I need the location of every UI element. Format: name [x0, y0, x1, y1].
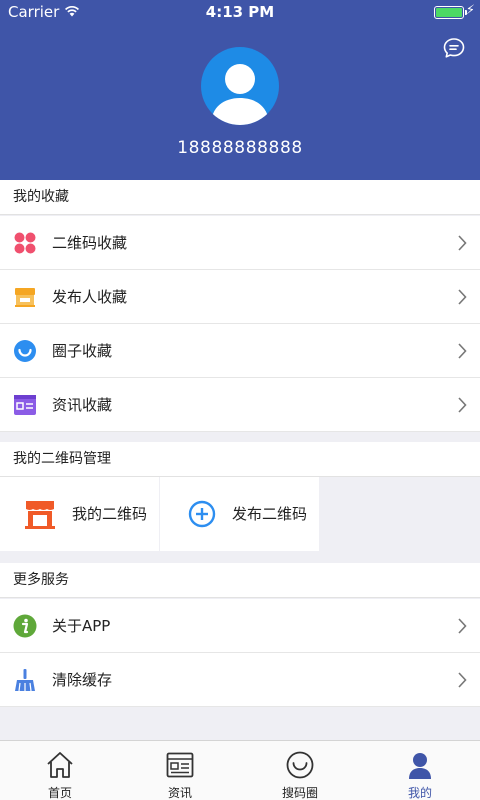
person-icon [409, 753, 431, 779]
list-item-about-app[interactable]: 关于APP [0, 599, 480, 653]
section-title-favorites: 我的收藏 [0, 180, 480, 215]
plus-circle-icon [188, 500, 216, 528]
tab-home[interactable]: 首页 [0, 741, 120, 800]
store-icon [15, 288, 35, 307]
tab-label: 首页 [47, 786, 72, 800]
username: 18888888888 [177, 138, 303, 158]
list-item-circle-favorites[interactable]: 圈子收藏 [0, 324, 480, 378]
news-icon [166, 752, 194, 778]
tab-mine[interactable]: 我的 [360, 741, 480, 800]
list-item-label: 关于APP [52, 617, 111, 635]
broom-icon [15, 669, 35, 692]
tab-label: 资讯 [167, 786, 192, 800]
tab-news[interactable]: 资讯 [120, 741, 240, 800]
charging-icon: ⚡ [465, 3, 475, 18]
tab-bar: 首页 资讯 搜码圈 我的 [0, 740, 480, 800]
chevron-right-icon [458, 343, 467, 359]
info-icon [13, 614, 37, 638]
chevron-right-icon [458, 672, 467, 688]
chevron-right-icon [458, 618, 467, 634]
grid-item-label: 我的二维码 [72, 505, 148, 523]
user-avatar-icon [211, 64, 269, 125]
chevron-right-icon [458, 289, 467, 305]
list-item-label: 清除缓存 [52, 671, 113, 689]
smile-icon [14, 340, 36, 362]
grid-item-my-qr[interactable]: 我的二维码 [0, 477, 159, 551]
section-title-qr-management: 我的二维码管理 [0, 442, 480, 477]
grid-item-publish-qr[interactable]: 发布二维码 [160, 477, 319, 551]
grid-item-label: 发布二维码 [232, 505, 308, 523]
list-item-label: 圈子收藏 [52, 342, 113, 360]
circle-icon [286, 751, 314, 779]
status-bar: Carrier 4:13 PM ⚡ [0, 0, 480, 24]
tab-label: 我的 [407, 786, 432, 800]
shop-icon [25, 501, 55, 529]
list-item-news-favorites[interactable]: 资讯收藏 [0, 378, 480, 432]
list-item-qr-favorites[interactable]: 二维码收藏 [0, 216, 480, 270]
qr-management-grid: 我的二维码 发布二维码 [0, 477, 480, 551]
home-icon [47, 752, 73, 778]
avatar[interactable] [201, 47, 279, 125]
list-item-publisher-favorites[interactable]: 发布人收藏 [0, 270, 480, 324]
list-item-label: 二维码收藏 [52, 234, 128, 252]
battery-icon [434, 6, 467, 19]
list-item-label: 资讯收藏 [52, 396, 113, 414]
status-time: 4:13 PM [205, 3, 275, 21]
tab-label: 搜码圈 [281, 786, 318, 800]
clover-icon [14, 232, 36, 254]
list-item-clear-cache[interactable]: 清除缓存 [0, 653, 480, 707]
message-icon[interactable] [442, 36, 466, 60]
chevron-right-icon [458, 397, 467, 413]
section-title-more-services: 更多服务 [0, 563, 480, 598]
news-card-icon [14, 395, 36, 415]
chevron-right-icon [458, 235, 467, 251]
profile-header: Carrier 4:13 PM ⚡ 18888888888 [0, 0, 480, 180]
tab-circle[interactable]: 搜码圈 [240, 741, 360, 800]
list-item-label: 发布人收藏 [52, 288, 128, 306]
